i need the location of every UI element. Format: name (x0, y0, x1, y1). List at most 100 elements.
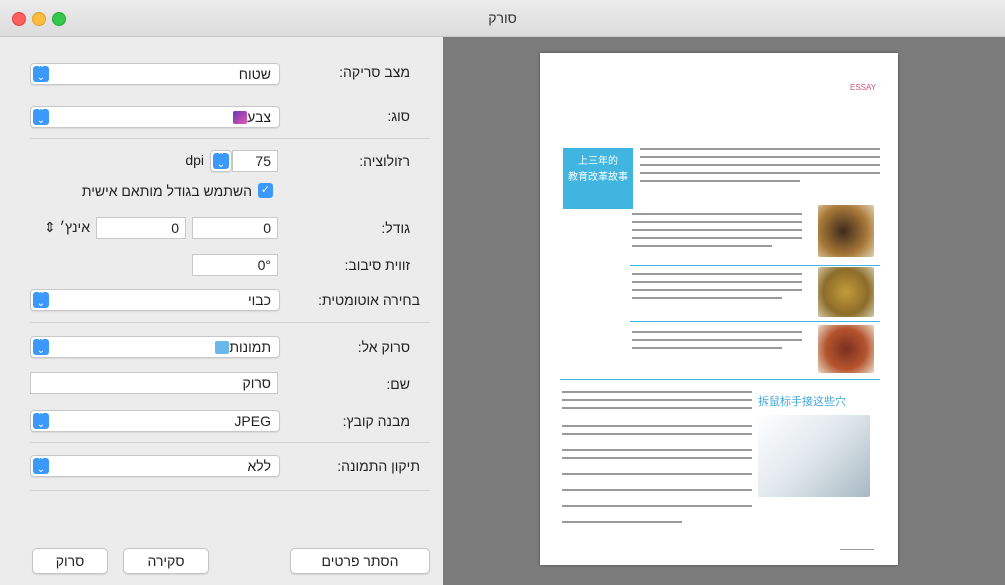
text-line (562, 521, 682, 523)
text-line (562, 473, 752, 475)
text-line (562, 425, 752, 427)
pictures-folder-icon (215, 341, 230, 354)
text-line (632, 221, 802, 223)
text-line (562, 457, 752, 459)
rotation-label: זווית סיבוב: (344, 257, 410, 273)
scan-preview-area[interactable]: ESSAY 上三年的 教育改革故事 拆鼠标手接这些穴 (443, 37, 1005, 585)
text-line (640, 156, 880, 158)
rotation-value: 0° (257, 257, 271, 273)
name-field[interactable]: סרוק (30, 372, 278, 394)
text-line (562, 449, 752, 451)
text-line (632, 339, 802, 341)
mouse-hand-photo (758, 415, 870, 497)
food-photo-1 (818, 205, 874, 257)
resolution-field[interactable]: 75 (232, 150, 278, 172)
text-line (562, 433, 752, 435)
text-line (632, 229, 802, 231)
text-line (632, 289, 802, 291)
resolution-unit: dpi (185, 152, 204, 168)
page-header-tag: ESSAY (850, 83, 877, 92)
text-line (632, 281, 802, 283)
window-title: סורק (488, 10, 517, 26)
divider (30, 138, 430, 139)
popup-arrows-icon: ⌃ ⌄ (33, 291, 49, 309)
format-label: מבנה קובץ: (342, 413, 410, 429)
text-line (640, 180, 800, 182)
text-line (632, 297, 782, 299)
correction-value: ללא (247, 458, 272, 474)
popup-arrows-icon: ⌃ ⌄ (33, 108, 49, 126)
size-height-field[interactable]: 0 (96, 217, 186, 239)
resolution-stepper[interactable]: ⌃ ⌄ (210, 150, 232, 172)
text-line (640, 164, 880, 166)
kind-label: סוג: (387, 108, 410, 124)
text-line (640, 172, 880, 174)
hide-details-button[interactable]: הסתר פרטים (290, 548, 430, 574)
format-value: JPEG (234, 413, 271, 429)
text-line (632, 237, 802, 239)
popup-arrows-icon: ⌃ ⌄ (213, 152, 229, 170)
format-popup[interactable]: ⌃ ⌄ JPEG (30, 410, 280, 432)
popup-arrows-icon: ⌃ ⌄ (33, 457, 49, 475)
name-value: סרוק (242, 375, 271, 391)
separator-line (630, 321, 880, 322)
kind-value-wrap: צבע (229, 109, 271, 125)
scan-to-popup[interactable]: ⌃ ⌄ תמונות (30, 336, 280, 358)
kind-value: צבע (247, 109, 271, 125)
divider (30, 442, 430, 443)
article-caption: 拆鼠标手接这些穴 (758, 396, 846, 408)
article-title-line1: 上三年的 (578, 156, 618, 167)
auto-select-popup[interactable]: ⌃ ⌄ כבוי (30, 289, 280, 311)
size-unit-popup[interactable]: אינץ׳ ⇕ (30, 219, 90, 236)
resolution-label: רזולוציה: (359, 153, 410, 169)
text-line (632, 273, 802, 275)
scan-mode-popup[interactable]: ⌃ ⌄ שטוח (30, 63, 280, 85)
popup-arrows-icon: ⌃ ⌄ (33, 65, 49, 83)
separator-line (560, 379, 880, 380)
scan-to-label: סרוק אל: (357, 339, 410, 355)
text-line (562, 399, 752, 401)
overview-button[interactable]: סקירה (123, 548, 209, 574)
divider (30, 322, 430, 323)
settings-panel: מצב סריקה: ⌃ ⌄ שטוח סוג: ⌃ ⌄ צבע רזולוציה:… (0, 37, 442, 585)
custom-size-checkbox[interactable]: ✓ (258, 183, 273, 198)
scan-mode-label: מצב סריקה: (339, 64, 410, 80)
auto-select-label: בחירה אוטומטית: (318, 292, 420, 308)
food-photo-3 (818, 325, 874, 373)
text-line (562, 489, 752, 491)
text-line (562, 505, 752, 507)
scan-to-value-wrap: תמונות (211, 339, 271, 355)
article-title-line2: 教育改革故事 (568, 172, 628, 183)
scanned-page-preview: ESSAY 上三年的 教育改革故事 拆鼠标手接这些穴 (540, 53, 898, 565)
resolution-value: 75 (255, 153, 271, 169)
kind-popup[interactable]: ⌃ ⌄ צבע (30, 106, 280, 128)
scan-mode-value: שטוח (238, 66, 271, 82)
text-line (562, 407, 752, 409)
size-label: גודל: (381, 220, 410, 236)
text-line (640, 148, 880, 150)
color-flower-icon (233, 111, 248, 124)
auto-select-value: כבוי (248, 292, 271, 308)
rotation-field[interactable]: 0° (192, 254, 278, 276)
text-line (632, 213, 802, 215)
size-unit-value: אינץ׳ (59, 219, 90, 235)
scan-button[interactable]: סרוק (32, 548, 108, 574)
text-line (632, 331, 802, 333)
size-width-value: 0 (263, 220, 271, 236)
size-width-field[interactable]: 0 (192, 217, 278, 239)
scanner-window: סורק מצב סריקה: ⌃ ⌄ שטוח סוג: ⌃ ⌄ צבע רזול… (0, 0, 1005, 585)
name-label: שם: (386, 376, 410, 392)
text-line (562, 391, 752, 393)
popup-arrows-icon: ⌃ ⌄ (33, 338, 49, 356)
text-line (632, 347, 782, 349)
article-title-box: 上三年的 教育改革故事 (563, 148, 633, 209)
food-photo-2 (818, 267, 874, 317)
divider (30, 490, 430, 491)
correction-label: תיקון התמונה: (337, 458, 420, 474)
title-bar: סורק (0, 0, 1005, 37)
scan-to-value: תמונות (229, 339, 271, 355)
correction-popup[interactable]: ⌃ ⌄ ללא (30, 455, 280, 477)
popup-arrows-icon: ⌃ ⌄ (33, 412, 49, 430)
separator-line (630, 265, 880, 266)
text-line (632, 245, 772, 247)
